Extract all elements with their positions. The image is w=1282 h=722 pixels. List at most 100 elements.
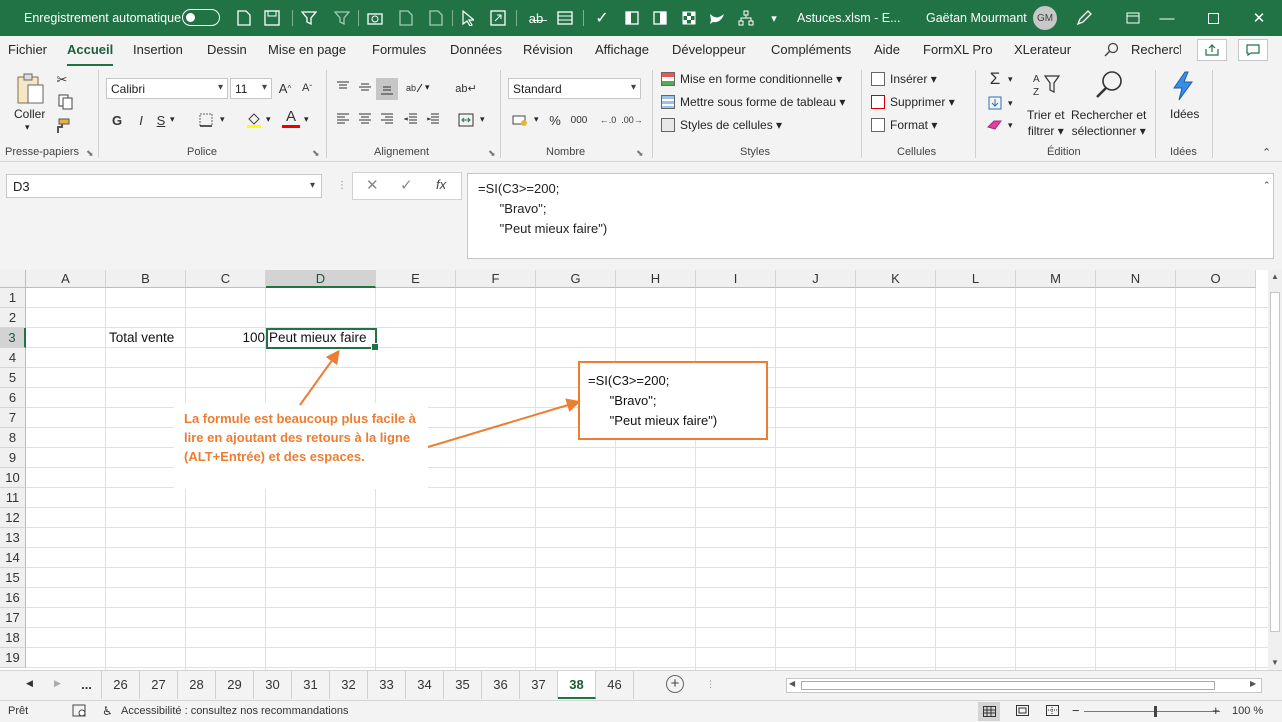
tab-donnees[interactable]: Données <box>450 42 502 57</box>
column-header-e[interactable]: E <box>376 270 456 288</box>
comma-style-icon[interactable]: 000 <box>568 110 590 130</box>
cursor-icon[interactable] <box>456 6 480 30</box>
sheet-tab-26[interactable]: 26 <box>102 671 140 699</box>
tab-mise-en-page[interactable]: Mise en page <box>268 42 346 57</box>
format-cells-button[interactable]: Format ▾ <box>871 118 937 132</box>
percent-icon[interactable]: % <box>546 110 564 130</box>
hierarchy-icon[interactable] <box>734 6 758 30</box>
decrease-decimal-icon[interactable]: .00→ <box>621 110 643 130</box>
underline-chevron-icon[interactable]: ▾ <box>170 114 175 125</box>
collapse-ribbon-icon[interactable]: ⌃ <box>1262 146 1271 159</box>
fill-color-icon[interactable] <box>244 110 264 130</box>
sheet-tab-34[interactable]: 34 <box>406 671 444 699</box>
next-sheet-icon[interactable]: ▶ <box>54 678 61 689</box>
underline-button[interactable]: S <box>154 110 168 130</box>
tab-dessin[interactable]: Dessin <box>207 42 247 57</box>
normal-view-icon[interactable] <box>978 702 1000 721</box>
sheet-tab-37[interactable]: 37 <box>520 671 558 699</box>
search-icon[interactable] <box>1104 42 1119 60</box>
find-select-icon[interactable] <box>1092 70 1126 100</box>
horizontal-scrollbar[interactable]: ◀ ▶ <box>786 678 1262 693</box>
column-header-j[interactable]: J <box>776 270 856 288</box>
row-header-2[interactable]: 2 <box>0 308 26 328</box>
sheet-alt-icon[interactable] <box>424 6 448 30</box>
sheet-ellipsis[interactable]: ... <box>72 671 102 699</box>
scroll-left-icon[interactable]: ◀ <box>789 679 795 688</box>
column-header-b[interactable]: B <box>106 270 186 288</box>
insert-function-icon[interactable]: fx <box>436 177 446 192</box>
page-layout-icon[interactable] <box>1016 705 1029 719</box>
maximize-button[interactable] <box>1190 0 1236 36</box>
italic-button[interactable]: I <box>132 110 150 130</box>
checker-icon[interactable] <box>677 6 701 30</box>
find-select-button[interactable]: Rechercher et sélectionner ▾ <box>1071 107 1146 139</box>
sheet-tab-38[interactable]: 38 <box>558 671 596 699</box>
cut-icon[interactable]: ✂ <box>54 72 70 88</box>
comments-button[interactable] <box>1238 39 1268 61</box>
tab-developpeur[interactable]: Développeur <box>672 42 746 57</box>
eraser-icon[interactable] <box>986 116 1004 134</box>
freeze-icon[interactable] <box>620 6 644 30</box>
sheet-tab-46[interactable]: 46 <box>596 671 634 699</box>
column-header-h[interactable]: H <box>616 270 696 288</box>
prev-sheet-icon[interactable]: ◀ <box>26 678 33 689</box>
ideas-button[interactable]: Idées <box>1170 107 1199 121</box>
decrease-font-icon[interactable]: Aˇ <box>298 78 316 98</box>
scroll-down-icon[interactable]: ▼ <box>1271 658 1279 667</box>
column-header-d[interactable]: D <box>266 270 376 288</box>
row-header-14[interactable]: 14 <box>0 548 26 568</box>
row-header-17[interactable]: 17 <box>0 608 26 628</box>
copy-icon[interactable] <box>54 94 78 110</box>
row-header-5[interactable]: 5 <box>0 368 26 388</box>
clear-chevron-icon[interactable]: ▾ <box>1008 120 1013 131</box>
scroll-up-icon[interactable]: ▲ <box>1271 272 1279 281</box>
format-table-button[interactable]: Mettre sous forme de tableau ▾ <box>661 95 845 109</box>
filter-icon[interactable] <box>297 6 321 30</box>
sheet-icon[interactable] <box>394 6 418 30</box>
autosum-icon[interactable]: Σ <box>986 69 1004 88</box>
search-box[interactable]: Rechercħ <box>1131 42 1181 57</box>
add-sheet-button[interactable]: + <box>666 675 684 693</box>
wrap-text-icon[interactable]: ab↵ <box>455 78 476 98</box>
align-top-icon[interactable] <box>334 78 352 96</box>
row-header-3[interactable]: 3 <box>0 328 26 348</box>
autosave-toggle[interactable] <box>182 9 220 26</box>
row-header-9[interactable]: 9 <box>0 448 26 468</box>
tab-aide[interactable]: Aide <box>874 42 900 57</box>
sheet-tab-32[interactable]: 32 <box>330 671 368 699</box>
accounting-format-icon[interactable] <box>510 110 532 130</box>
column-header-n[interactable]: N <box>1096 270 1176 288</box>
borders-icon[interactable] <box>196 110 216 130</box>
row-header-10[interactable]: 10 <box>0 468 26 488</box>
orientation-icon[interactable]: ab <box>403 78 425 96</box>
row-header-18[interactable]: 18 <box>0 628 26 648</box>
row-header-13[interactable]: 13 <box>0 528 26 548</box>
tab-affichage[interactable]: Affichage <box>595 42 649 57</box>
strikethrough-icon[interactable]: a̶b̶ <box>524 6 548 30</box>
align-left-icon[interactable] <box>334 110 352 128</box>
row-header-19[interactable]: 19 <box>0 648 26 668</box>
paste-chevron-icon[interactable]: ▾ <box>25 122 30 133</box>
column-header-o[interactable]: O <box>1176 270 1256 288</box>
formula-input[interactable]: =SI(C3>=200; "Bravo"; "Peut mieux faire"… <box>467 173 1274 259</box>
align-bottom-icon[interactable] <box>376 78 398 100</box>
font-color-icon[interactable]: A <box>282 108 300 128</box>
number-launcher-icon[interactable]: ⬊ <box>636 148 644 159</box>
zoom-slider-thumb[interactable] <box>1154 706 1157 717</box>
conditional-format-button[interactable]: Mise en forme conditionnelle ▾ <box>661 72 842 86</box>
row-header-7[interactable]: 7 <box>0 408 26 428</box>
increase-decimal-icon[interactable]: ←.0 <box>598 110 618 130</box>
clear-filter-icon[interactable] <box>330 6 354 30</box>
row-header-8[interactable]: 8 <box>0 428 26 448</box>
cell-c3[interactable]: 100 <box>188 328 265 348</box>
enter-icon[interactable]: ✓ <box>400 176 413 194</box>
close-button[interactable]: ✕ <box>1236 0 1282 36</box>
column-header-c[interactable]: C <box>186 270 266 288</box>
autosum-chevron-icon[interactable]: ▾ <box>1008 74 1013 85</box>
font-color-chevron-icon[interactable]: ▾ <box>304 114 309 125</box>
font-size-select[interactable]: 11 ▾ <box>230 78 272 99</box>
tab-insertion[interactable]: Insertion <box>133 42 183 57</box>
borders-chevron-icon[interactable]: ▾ <box>220 114 225 125</box>
tabs-grip-icon[interactable]: ⋮ <box>706 679 715 690</box>
align-center-icon[interactable] <box>356 110 374 128</box>
